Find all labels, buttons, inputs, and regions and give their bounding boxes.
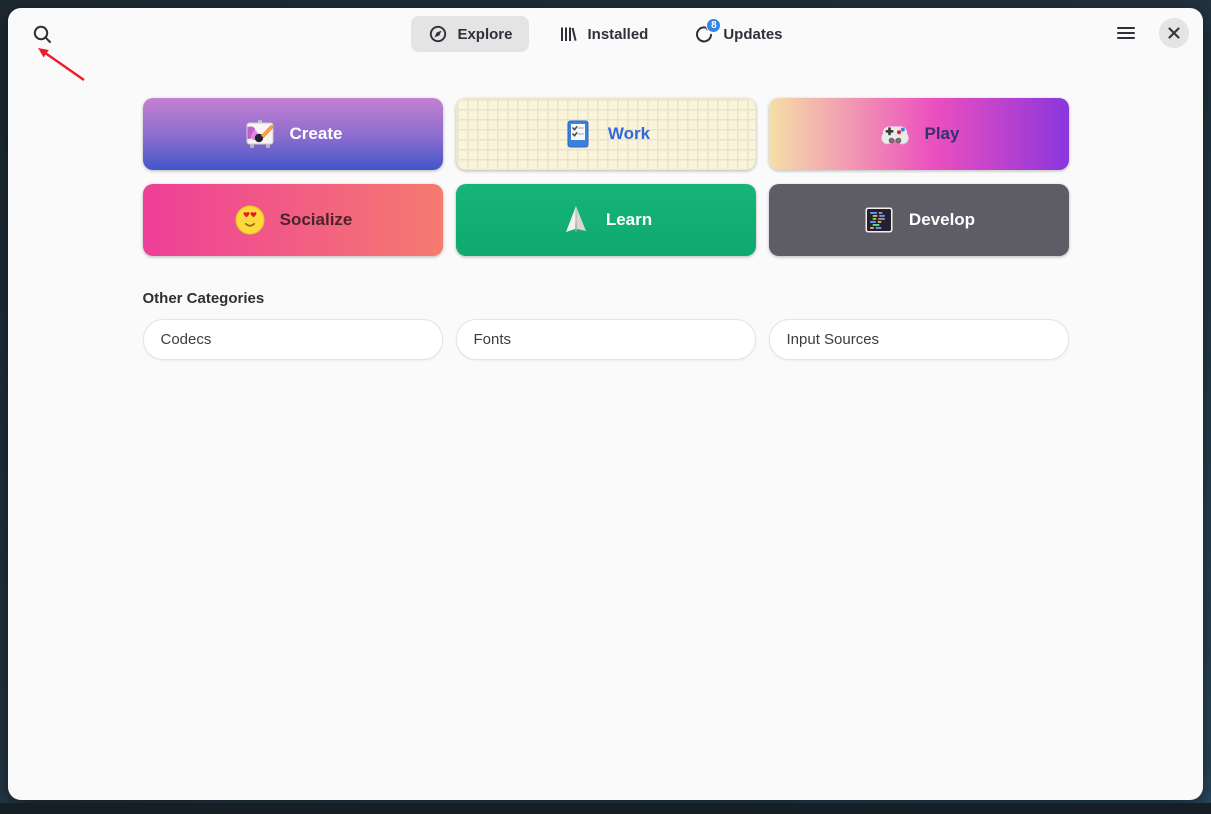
other-category-input-sources[interactable]: Input Sources — [769, 319, 1069, 360]
software-window: Explore Installed — [8, 8, 1203, 800]
code-terminal-icon — [862, 203, 896, 237]
pill-label: Fonts — [474, 331, 512, 348]
other-category-codecs[interactable]: Codecs — [143, 319, 443, 360]
category-tile-work[interactable]: Work — [456, 98, 756, 170]
tab-installed[interactable]: Installed — [541, 16, 665, 52]
other-categories-title: Other Categories — [143, 290, 1069, 307]
paper-plane-icon — [559, 203, 593, 237]
tab-installed-label: Installed — [587, 26, 648, 43]
updates-badge: 8 — [706, 18, 721, 33]
category-tile-play[interactable]: Play — [769, 98, 1069, 170]
category-tile-learn[interactable]: Learn — [456, 184, 756, 256]
category-tiles: Create Work — [143, 98, 1069, 256]
other-category-fonts[interactable]: Fonts — [456, 319, 756, 360]
category-tile-develop[interactable]: Develop — [769, 184, 1069, 256]
gamepad-icon — [878, 117, 912, 151]
close-icon — [1168, 27, 1180, 39]
library-icon — [558, 24, 578, 44]
tile-label: Play — [925, 124, 960, 144]
paint-canvas-icon — [243, 117, 277, 151]
other-categories-list: Codecs Fonts Input Sources — [143, 319, 1069, 360]
tile-label: Create — [290, 124, 343, 144]
category-tile-socialize[interactable]: Socialize — [143, 184, 443, 256]
hamburger-menu-icon — [1117, 26, 1135, 40]
view-switcher: Explore Installed — [8, 16, 1203, 52]
desktop-bottom-edge — [0, 803, 1211, 814]
tile-label: Develop — [909, 210, 975, 230]
pill-label: Input Sources — [787, 331, 880, 348]
tab-explore-label: Explore — [457, 26, 512, 43]
tab-updates-label: Updates — [723, 26, 782, 43]
window-controls — [1111, 18, 1189, 48]
clipboard-checklist-icon — [561, 117, 595, 151]
pill-label: Codecs — [161, 331, 212, 348]
menu-button[interactable] — [1111, 18, 1141, 48]
tile-label: Socialize — [280, 210, 353, 230]
refresh-icon: 8 — [694, 24, 714, 44]
compass-icon — [428, 24, 448, 44]
heart-eyes-emoji-icon — [233, 203, 267, 237]
tile-label: Learn — [606, 210, 652, 230]
tile-label: Work — [608, 124, 650, 144]
tab-explore[interactable]: Explore — [411, 16, 529, 52]
headerbar: Explore Installed — [8, 8, 1203, 60]
tab-updates[interactable]: 8 Updates — [677, 16, 799, 52]
explore-page: Create Work — [143, 60, 1069, 360]
category-tile-create[interactable]: Create — [143, 98, 443, 170]
close-button[interactable] — [1159, 18, 1189, 48]
